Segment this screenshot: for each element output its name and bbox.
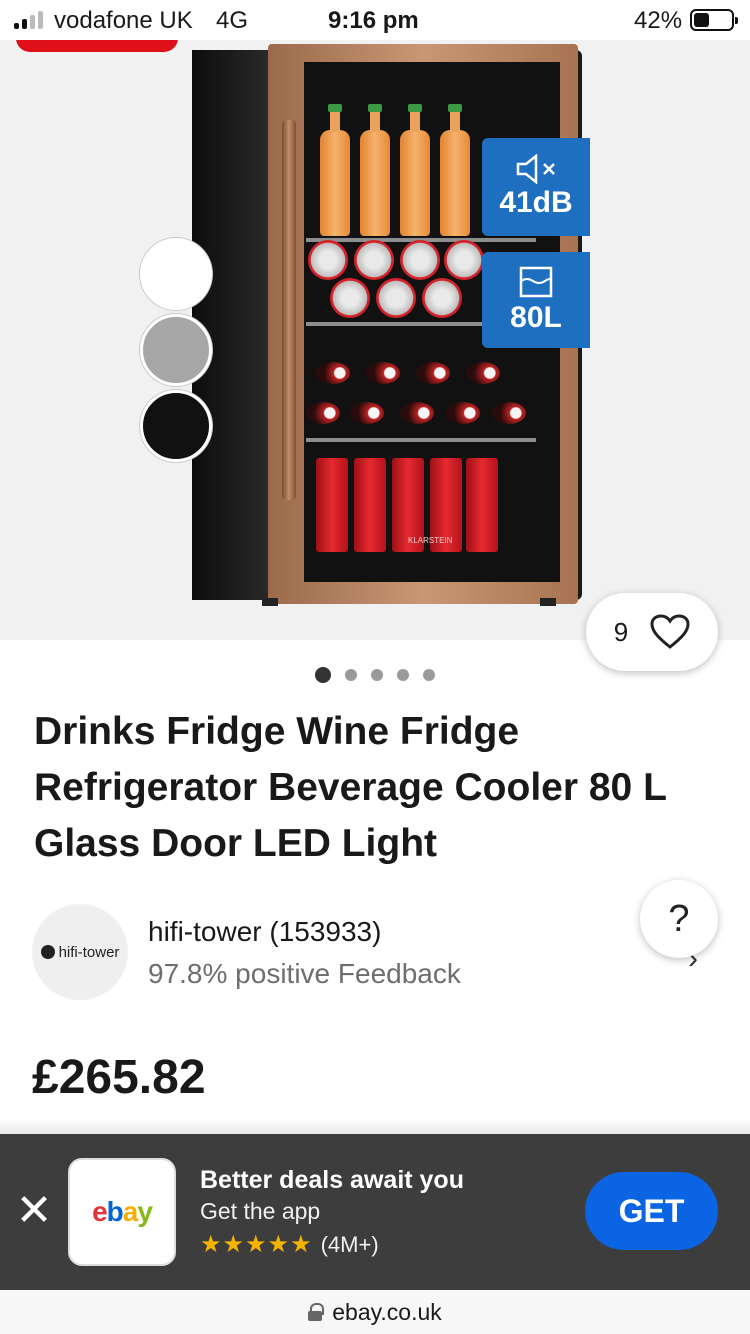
noise-level-badge: 41dB xyxy=(482,138,590,236)
get-app-button[interactable]: GET xyxy=(585,1172,718,1250)
watch-count: 9 xyxy=(613,616,629,647)
browser-url-bar[interactable]: ebay.co.uk xyxy=(0,1290,750,1334)
network-type: 4G xyxy=(216,7,249,34)
pagination-dot[interactable] xyxy=(423,669,435,681)
banner-headline: Better deals await you xyxy=(200,1166,464,1194)
pagination-dot[interactable] xyxy=(371,669,383,681)
url-domain: ebay.co.uk xyxy=(332,1298,442,1325)
pagination-dot[interactable] xyxy=(397,669,409,681)
gallery-pagination[interactable] xyxy=(0,667,750,683)
seller-info[interactable]: hifi-tower hifi-tower (153933) 97.8% pos… xyxy=(32,904,722,1000)
watch-button[interactable]: 9 xyxy=(586,593,718,671)
product-image-gallery[interactable]: KLARSTEIN 41dB 80L xyxy=(0,40,750,640)
heart-icon xyxy=(650,614,690,649)
colour-swatch-silver[interactable] xyxy=(140,314,212,386)
clock: 9:16 pm xyxy=(328,7,419,34)
colour-swatch-black[interactable] xyxy=(140,390,212,462)
capacity-badge: 80L xyxy=(482,252,590,348)
rating-count: (4M+) xyxy=(320,1231,379,1257)
seller-avatar-text: hifi-tower xyxy=(58,943,120,961)
speaker-mute-icon xyxy=(516,154,555,184)
battery-percent: 42% xyxy=(634,7,683,34)
product-title: Drinks Fridge Wine Fridge Refrigerator B… xyxy=(34,710,667,865)
signal-strength-icon xyxy=(14,11,43,29)
pagination-dot[interactable] xyxy=(315,667,331,683)
status-bar: vodafone UK 4G 9:16 pm 42% xyxy=(0,0,750,40)
rating-stars-icon: ★★★★★ xyxy=(200,1231,313,1258)
product-price: £265.82 xyxy=(32,1051,206,1104)
seller-name: hifi-tower (153933) xyxy=(148,916,382,947)
lock-icon xyxy=(308,1303,325,1321)
app-rating: ★★★★★ (4M+) xyxy=(200,1230,379,1259)
colour-swatch-white[interactable] xyxy=(140,238,212,310)
battery-icon xyxy=(690,9,738,31)
capacity-value: 80L xyxy=(510,301,562,334)
help-button[interactable]: ? xyxy=(640,880,718,958)
promo-tab xyxy=(16,40,178,52)
pagination-dot[interactable] xyxy=(345,669,357,681)
seller-avatar: hifi-tower xyxy=(32,904,128,1000)
ebay-app-logo: ebay xyxy=(68,1158,176,1266)
capacity-icon xyxy=(519,266,553,298)
app-install-banner: ✕ ebay Better deals await you Get the ap… xyxy=(0,1134,750,1290)
brand-print: KLARSTEIN xyxy=(408,536,453,545)
carrier-name: vodafone UK xyxy=(54,7,193,34)
noise-level-value: 41dB xyxy=(499,186,573,219)
close-icon[interactable]: ✕ xyxy=(14,1186,54,1235)
banner-subline: Get the app xyxy=(200,1198,321,1224)
seller-feedback: 97.8% positive Feedback xyxy=(148,958,461,989)
